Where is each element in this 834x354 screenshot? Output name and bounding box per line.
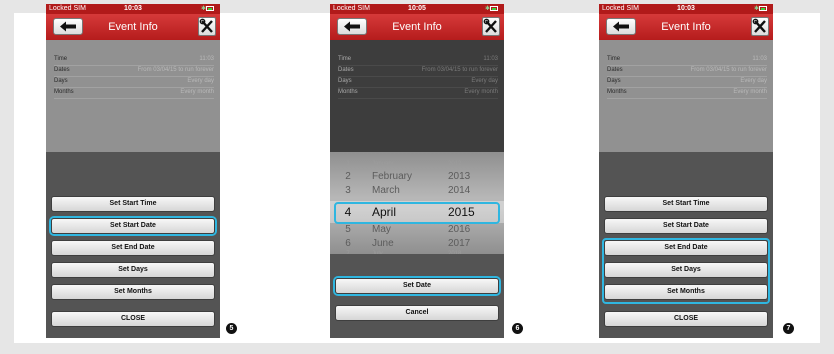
phone-screen-2: Locked SIM 10:05 ✱ Event Info Time 11:03 …: [330, 4, 504, 338]
battery-icon: ✱: [201, 6, 217, 12]
info-row-months: Months Every month: [338, 87, 498, 99]
picker-row[interactable]: 5 May 2016: [330, 224, 504, 236]
settings-button[interactable]: [482, 17, 500, 36]
event-info-list: Time 11:03 Dates From 03/04/15 to run fore…: [599, 40, 773, 152]
bluetooth-icon: ✱: [754, 6, 760, 12]
row-value: From 03/04/15 to run forever: [690, 67, 767, 73]
row-label: Time: [338, 56, 352, 62]
row-value: From 03/04/15 to run forever: [137, 67, 214, 73]
status-time: 10:03: [677, 5, 695, 12]
set-start-time-button[interactable]: Set Start Time: [51, 196, 215, 212]
settings-button[interactable]: [198, 17, 216, 36]
nav-bar: Event Info: [599, 14, 773, 40]
set-start-date-button[interactable]: Set Start Date: [51, 218, 215, 234]
row-value: Every day: [187, 78, 214, 84]
picker-row[interactable]: 2 February 2013: [330, 171, 504, 183]
row-value: 11:03: [199, 56, 214, 62]
info-row-months: Months Every month: [607, 87, 767, 99]
status-time: 10:05: [408, 5, 426, 12]
status-bar: Locked SIM 10:05 ✱: [330, 4, 504, 14]
row-label: Months: [607, 89, 627, 95]
row-label: Months: [338, 89, 358, 95]
row-label: Days: [338, 78, 352, 84]
row-value: Every month: [464, 89, 498, 95]
bluetooth-icon: ✱: [485, 6, 491, 12]
info-row-months: Months Every month: [54, 87, 214, 99]
phone-screen-1: Locked SIM 10:03 ✱ Event Info Time 11:03 …: [46, 4, 220, 338]
step-number: 5: [226, 323, 237, 334]
event-info-list: Time 11:03 Dates From 03/04/15 to run fore…: [46, 40, 220, 152]
close-button[interactable]: CLOSE: [604, 311, 768, 327]
row-value: From 03/04/15 to run forever: [421, 67, 498, 73]
nav-bar: Event Info: [46, 14, 220, 40]
phone-screen-3: Locked SIM 10:03 ✱ Event Info Time 11:03 …: [599, 4, 773, 338]
tools-icon: [752, 18, 766, 33]
picker-row[interactable]: 3 March 2014: [330, 185, 504, 197]
set-months-button[interactable]: Set Months: [604, 284, 768, 300]
status-bar: Locked SIM 10:03 ✱: [46, 4, 220, 14]
set-months-button[interactable]: Set Months: [51, 284, 215, 300]
row-label: Months: [54, 89, 74, 95]
row-label: Time: [54, 56, 68, 62]
row-label: Days: [607, 78, 621, 84]
row-label: Dates: [607, 67, 623, 73]
set-end-date-button[interactable]: Set End Date: [604, 240, 768, 256]
row-value: Every day: [471, 78, 498, 84]
row-value: Every month: [180, 89, 214, 95]
set-date-button[interactable]: Set Date: [335, 278, 499, 294]
row-label: Days: [54, 78, 68, 84]
picker-actions: Set Date Cancel: [330, 254, 504, 338]
status-time: 10:03: [124, 5, 142, 12]
set-end-date-button[interactable]: Set End Date: [51, 240, 215, 256]
bluetooth-icon: ✱: [201, 6, 207, 12]
battery-icon: ✱: [754, 6, 770, 12]
set-start-time-button[interactable]: Set Start Time: [604, 196, 768, 212]
date-picker[interactable]: 1 January 2012 2 February 2013 3 March 2014 4A…: [330, 152, 504, 257]
cancel-button[interactable]: Cancel: [335, 305, 499, 321]
tools-icon: [483, 18, 497, 33]
battery-icon: ✱: [485, 6, 501, 12]
action-sheet: Set Start Time Set Start Date Set End Da…: [46, 152, 220, 338]
close-button[interactable]: CLOSE: [51, 311, 215, 327]
set-days-button[interactable]: Set Days: [51, 262, 215, 278]
event-info-list: Time 11:03 Dates From 03/04/15 to run fore…: [330, 40, 504, 152]
settings-button[interactable]: [751, 17, 769, 36]
row-value: Every month: [733, 89, 767, 95]
row-value: 11:03: [752, 56, 767, 62]
page-title: Event Info: [392, 21, 442, 33]
row-label: Dates: [54, 67, 70, 73]
step-number: 7: [783, 323, 794, 334]
set-start-date-button[interactable]: Set Start Date: [604, 218, 768, 234]
page-title: Event Info: [661, 21, 711, 33]
row-value: 11:03: [483, 56, 498, 62]
row-label: Time: [607, 56, 621, 62]
set-days-button[interactable]: Set Days: [604, 262, 768, 278]
nav-bar: Event Info: [330, 14, 504, 40]
row-label: Dates: [338, 67, 354, 73]
row-value: Every day: [740, 78, 767, 84]
page-title: Event Info: [108, 21, 158, 33]
picker-highlight: [334, 202, 500, 224]
action-sheet: Set Start Time Set Start Date Set End Da…: [599, 152, 773, 338]
step-number: 6: [512, 323, 523, 334]
tools-icon: [199, 18, 213, 33]
picker-row[interactable]: 1 January 2012: [330, 158, 504, 170]
status-bar: Locked SIM 10:03 ✱: [599, 4, 773, 14]
